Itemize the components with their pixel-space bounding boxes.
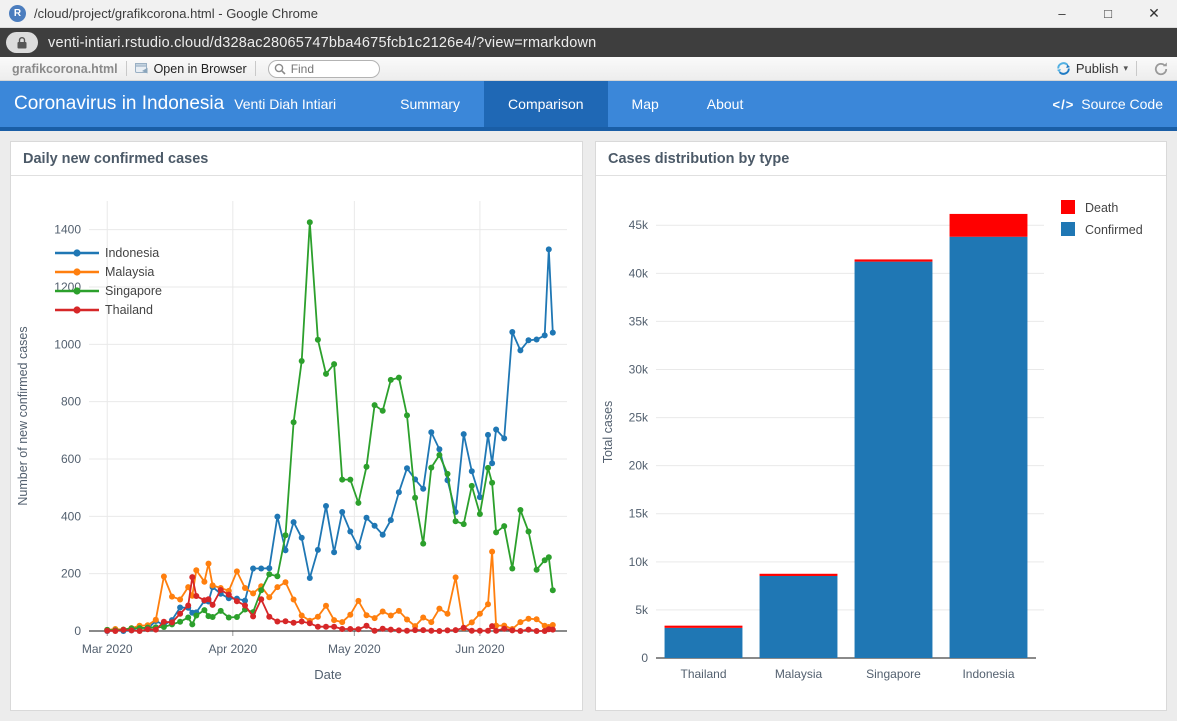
svg-text:Thailand: Thailand (105, 303, 153, 317)
svg-text:Malaysia: Malaysia (775, 667, 823, 681)
bar-indonesia (950, 214, 1028, 658)
open-in-browser-button[interactable]: Open in Browser (135, 62, 247, 76)
y-axis-title: Number of new confirmed cases (16, 326, 30, 505)
viewer-toolbar: grafikcorona.html Open in Browser Publis… (0, 57, 1177, 81)
bar-singapore (855, 259, 933, 658)
svg-text:Indonesia: Indonesia (962, 667, 1014, 681)
maximize-button[interactable]: □ (1085, 0, 1131, 28)
svg-text:20k: 20k (629, 459, 649, 473)
svg-text:1000: 1000 (54, 337, 81, 351)
tab-map[interactable]: Map (608, 81, 683, 127)
panel-title-daily-cases: Daily new confirmed cases (11, 142, 582, 176)
daily-cases-line-chart[interactable]: 0200400600800100012001400Mar 2020Apr 202… (11, 176, 582, 709)
svg-text:30k: 30k (629, 362, 649, 376)
code-icon: </> (1052, 97, 1074, 112)
open-in-browser-label: Open in Browser (154, 62, 247, 76)
toolbar-separator (1136, 61, 1137, 76)
dashboard-author: Venti Diah Intiari (234, 96, 336, 112)
svg-text:15k: 15k (629, 507, 649, 521)
x-axis-title: Date (314, 667, 341, 682)
svg-text:25k: 25k (629, 411, 649, 425)
search-icon (274, 63, 286, 75)
cases-by-type-bar-chart[interactable]: 0 5k 10k 15k 20k 25k 30k 35k 40k 45k Total cases Th… (596, 176, 1166, 709)
svg-text:Singapore: Singapore (866, 667, 921, 681)
address-bar[interactable]: venti-intiari.rstudio.cloud/d328ac280657… (0, 28, 1177, 57)
tab-about[interactable]: About (683, 81, 768, 127)
dashboard-title: Coronavirus in Indonesia (14, 93, 224, 115)
publish-button[interactable]: Publish ▾ (1056, 61, 1128, 76)
svg-text:Death: Death (1085, 201, 1118, 215)
svg-text:Jun 2020: Jun 2020 (455, 642, 505, 656)
series-indonesia (104, 246, 556, 634)
toolbar-separator (126, 61, 127, 76)
toolbar-separator (255, 61, 256, 76)
minimize-button[interactable]: – (1039, 0, 1085, 28)
svg-text:Singapore: Singapore (105, 284, 162, 298)
svg-text:0: 0 (641, 651, 648, 665)
chart-legend: Death Confirmed (1061, 200, 1143, 237)
window-controls: – □ ✕ (1039, 0, 1177, 28)
svg-text:45k: 45k (629, 218, 649, 232)
url-text: venti-intiari.rstudio.cloud/d328ac280657… (48, 35, 596, 51)
publish-label: Publish (1076, 61, 1119, 76)
panel-cases-by-type: Cases distribution by type 0 5k 10k 15k 20k 2… (595, 141, 1167, 711)
svg-text:Malaysia: Malaysia (105, 265, 154, 279)
panel-daily-cases: Daily new confirmed cases 0 200 400 600 800 1… (10, 141, 583, 711)
svg-text:35k: 35k (629, 314, 649, 328)
svg-text:10k: 10k (629, 555, 649, 569)
source-code-button[interactable]: </> Source Code (1052, 81, 1163, 127)
rstudio-logo-icon: R (9, 5, 26, 22)
close-button[interactable]: ✕ (1131, 0, 1177, 28)
file-name: grafikcorona.html (12, 62, 118, 76)
refresh-icon[interactable] (1153, 61, 1169, 77)
window-title: /cloud/project/grafikcorona.html - Googl… (34, 6, 318, 21)
dashboard-content: Daily new confirmed cases 0 200 400 600 800 1… (0, 131, 1177, 721)
window-titlebar: R /cloud/project/grafikcorona.html - Goo… (0, 0, 1177, 28)
svg-text:200: 200 (61, 567, 81, 581)
find-box (268, 60, 380, 78)
svg-text:Confirmed: Confirmed (1085, 223, 1143, 237)
toolbar-right: Publish ▾ (1056, 61, 1169, 77)
svg-text:400: 400 (61, 509, 81, 523)
source-code-label: Source Code (1081, 96, 1163, 112)
panel-title-cases-by-type: Cases distribution by type (596, 142, 1166, 176)
svg-text:0: 0 (74, 624, 81, 638)
tab-summary[interactable]: Summary (376, 81, 484, 127)
dashboard-navbar: Coronavirus in Indonesia Venti Diah Inti… (0, 81, 1177, 127)
svg-text:May 2020: May 2020 (328, 642, 381, 656)
nav-tabs: Summary Comparison Map About (376, 81, 767, 127)
svg-text:Indonesia: Indonesia (105, 246, 159, 260)
tab-comparison[interactable]: Comparison (484, 81, 607, 127)
publish-caret-icon: ▾ (1123, 63, 1128, 74)
svg-text:40k: 40k (629, 266, 649, 280)
svg-text:1400: 1400 (54, 223, 81, 237)
svg-text:600: 600 (61, 452, 81, 466)
series-singapore (104, 219, 556, 633)
y-axis-title: Total cases (601, 401, 615, 464)
bar-thailand (665, 626, 743, 658)
bar-malaysia (760, 574, 838, 658)
publish-icon (1056, 61, 1071, 76)
lock-icon[interactable] (6, 32, 38, 53)
svg-text:5k: 5k (635, 603, 649, 617)
svg-text:800: 800 (61, 395, 81, 409)
svg-text:Thailand: Thailand (680, 667, 726, 681)
open-in-browser-icon (135, 63, 149, 74)
svg-text:Apr 2020: Apr 2020 (208, 642, 257, 656)
svg-text:Mar 2020: Mar 2020 (82, 642, 133, 656)
gridlines (89, 201, 567, 636)
